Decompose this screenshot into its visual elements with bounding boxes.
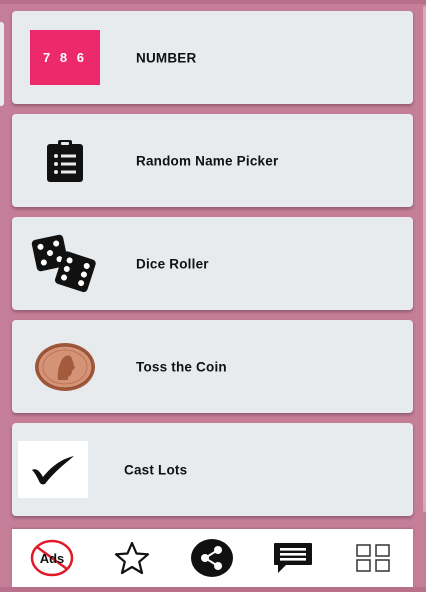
menu-item-label: Dice Roller: [136, 256, 209, 271]
status-strip: [0, 0, 426, 4]
menu-item-label: Cast Lots: [124, 462, 188, 477]
share-icon: [191, 539, 234, 577]
menu-item-label: Random Name Picker: [136, 153, 279, 168]
share-button[interactable]: [184, 533, 240, 583]
menu-item-random-name-picker[interactable]: Random Name Picker: [12, 114, 413, 207]
menu-item-number[interactable]: 7 8 6 NUMBER: [12, 11, 413, 104]
clipboard-list-icon: [44, 139, 86, 183]
grid-icon: [356, 544, 390, 572]
coin-icon: [34, 342, 96, 392]
menu-item-label: NUMBER: [136, 50, 197, 65]
remove-ads-icon: Ads: [30, 539, 74, 577]
dice-icon: [30, 231, 100, 295]
feedback-icon: [273, 543, 312, 573]
more-apps-button[interactable]: [345, 533, 401, 583]
bottom-navigation: Ads: [12, 529, 413, 587]
menu-item-cast-lots[interactable]: Cast Lots: [12, 423, 413, 516]
bottom-strip: [0, 587, 426, 592]
number-tile-digits: 7 8 6: [43, 50, 87, 65]
remove-ads-button[interactable]: Ads: [24, 533, 80, 583]
remove-ads-label: Ads: [40, 551, 65, 566]
menu-item-toss-the-coin[interactable]: Toss the Coin: [12, 320, 413, 413]
menu-item-dice-roller[interactable]: Dice Roller: [12, 217, 413, 310]
rate-button[interactable]: [104, 533, 160, 583]
number-icon: 7 8 6: [30, 30, 100, 85]
checkmark-icon: [18, 441, 88, 498]
star-icon: [115, 541, 150, 575]
side-drawer-edge: [0, 22, 4, 106]
feedback-button[interactable]: [265, 533, 321, 583]
menu-item-label: Toss the Coin: [136, 359, 227, 374]
